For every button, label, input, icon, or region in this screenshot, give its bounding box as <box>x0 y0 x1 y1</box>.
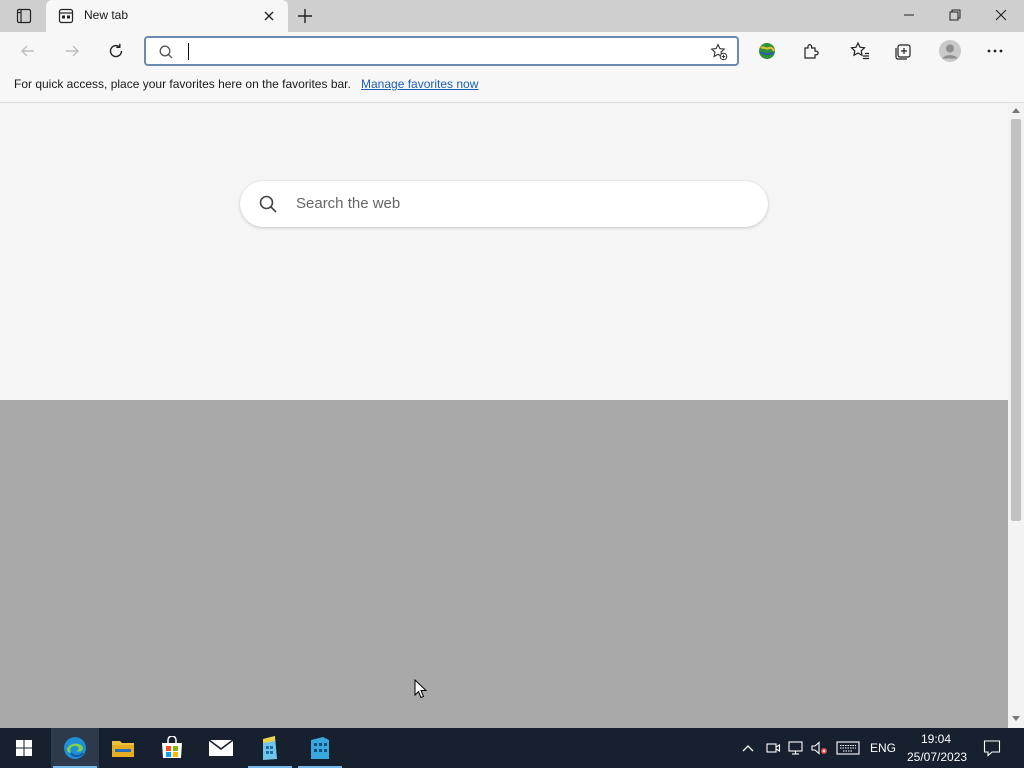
browser-toolbar <box>0 32 1024 70</box>
extensions-icon[interactable] <box>801 41 821 61</box>
address-bar[interactable] <box>144 36 739 66</box>
mouse-pointer-icon <box>414 678 428 699</box>
app-building-alt-icon[interactable] <box>296 728 344 768</box>
new-tab-button[interactable] <box>296 7 314 25</box>
manage-favorites-link[interactable]: Manage favorites now <box>361 77 478 91</box>
collections-icon[interactable] <box>894 41 914 61</box>
meet-now-icon[interactable] <box>763 738 783 758</box>
address-input[interactable] <box>186 41 686 61</box>
app-building-icon[interactable] <box>246 728 294 768</box>
mail-icon[interactable] <box>197 728 245 768</box>
scrollbar-thumb[interactable] <box>1011 119 1021 521</box>
refresh-icon[interactable] <box>106 41 126 61</box>
tab-actions-icon[interactable] <box>8 4 40 28</box>
search-placeholder: Search the web <box>296 195 401 212</box>
forward-arrow-icon[interactable] <box>62 41 82 61</box>
minimize-icon[interactable] <box>886 0 932 30</box>
scroll-up-arrow-icon[interactable] <box>1012 108 1020 113</box>
favorites-bar-message: For quick access, place your favorites h… <box>14 77 351 91</box>
microsoft-store-icon[interactable] <box>148 728 196 768</box>
more-options-icon[interactable] <box>985 41 1005 61</box>
clock-time[interactable]: 19:04 <box>921 732 951 746</box>
favorites-bar: For quick access, place your favorites h… <box>0 70 1024 103</box>
profile-avatar-icon[interactable] <box>938 39 962 63</box>
new-tab-page: Search the web <box>0 103 1008 400</box>
start-icon[interactable] <box>0 728 48 768</box>
close-window-icon[interactable] <box>978 0 1024 30</box>
browser-extension-globe-icon[interactable] <box>757 41 777 61</box>
action-center-notification-icon[interactable] <box>982 738 1002 758</box>
title-bar: New tab <box>0 0 1024 32</box>
close-tab-icon[interactable] <box>262 9 276 23</box>
show-hidden-icons-chevron-icon[interactable] <box>738 738 758 758</box>
web-search-box[interactable]: Search the web <box>240 181 768 227</box>
text-caret <box>188 43 189 60</box>
volume-muted-icon[interactable] <box>809 738 829 758</box>
input-language[interactable]: ENG <box>870 741 896 755</box>
restore-icon[interactable] <box>932 0 978 30</box>
add-favorite-icon[interactable] <box>710 43 728 61</box>
network-icon[interactable] <box>786 738 806 758</box>
edge-icon[interactable] <box>51 728 99 768</box>
content-placeholder-area <box>0 400 1008 728</box>
search-icon <box>158 44 174 60</box>
vertical-scrollbar[interactable] <box>1008 103 1024 728</box>
clock-date[interactable]: 25/07/2023 <box>907 750 967 764</box>
tab-title: New tab <box>84 8 129 22</box>
taskbar: ENG 19:04 25/07/2023 <box>0 728 1024 768</box>
search-icon <box>258 194 278 214</box>
file-explorer-icon[interactable] <box>99 728 147 768</box>
favorites-icon[interactable] <box>850 41 870 61</box>
new-tab-page-icon <box>58 8 74 24</box>
touch-keyboard-icon[interactable] <box>836 738 860 758</box>
back-arrow-icon[interactable] <box>18 41 38 61</box>
tab-new-tab[interactable]: New tab <box>46 0 288 32</box>
scroll-down-arrow-icon[interactable] <box>1012 716 1020 721</box>
